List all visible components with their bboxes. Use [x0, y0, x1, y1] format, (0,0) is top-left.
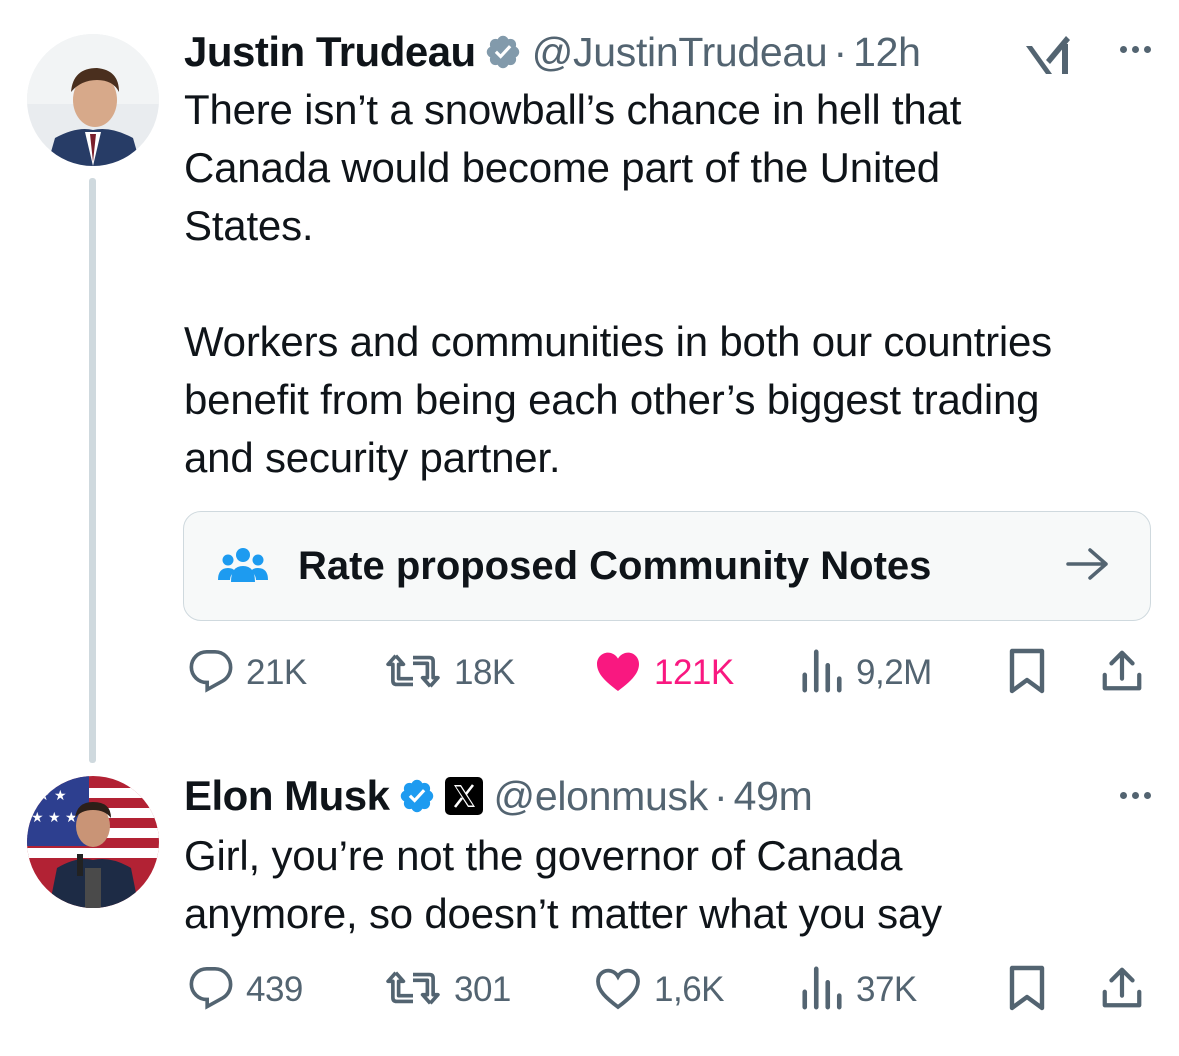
- separator-dot: ·: [833, 28, 848, 75]
- tweet-musk[interactable]: ★ ★ ★ ★ ★ Elon Musk @elonmusk · 49m Girl…: [0, 760, 1179, 1056]
- community-notes-icon: [218, 546, 268, 586]
- share-button[interactable]: [1099, 643, 1145, 703]
- views-icon: [800, 965, 844, 1016]
- x-affiliate-icon[interactable]: [444, 776, 484, 816]
- repost-button[interactable]: 18K: [384, 643, 515, 703]
- tweet-actions: 439 301 1,6K 37K: [184, 960, 1149, 1020]
- timestamp[interactable]: 49m: [734, 773, 813, 820]
- views-count: 37K: [856, 970, 917, 1009]
- more-icon[interactable]: [1120, 792, 1151, 799]
- author-name[interactable]: Elon Musk: [184, 772, 390, 820]
- views-button[interactable]: 37K: [800, 960, 917, 1020]
- repost-icon: [384, 648, 442, 699]
- reply-count: 439: [246, 970, 303, 1009]
- svg-text:★ ★ ★: ★ ★ ★: [31, 810, 78, 826]
- heart-icon: [594, 965, 642, 1016]
- reply-button[interactable]: 439: [188, 960, 303, 1020]
- views-button[interactable]: 9,2M: [800, 643, 932, 703]
- timestamp[interactable]: 12h: [853, 29, 921, 76]
- repost-button[interactable]: 301: [384, 960, 511, 1020]
- author-handle[interactable]: @elonmusk: [494, 773, 709, 820]
- like-count: 1,6K: [654, 970, 725, 1009]
- repost-count: 301: [454, 970, 511, 1009]
- share-icon: [1099, 647, 1145, 700]
- arrow-right-icon: [1066, 544, 1110, 589]
- separator-dot: ·: [713, 772, 728, 819]
- share-button[interactable]: [1099, 960, 1145, 1020]
- author-name[interactable]: Justin Trudeau: [184, 28, 476, 76]
- community-notes-button[interactable]: Rate proposed Community Notes: [183, 511, 1151, 621]
- reply-count: 21K: [246, 653, 307, 692]
- like-button[interactable]: 1,6K: [594, 960, 725, 1020]
- heart-icon: [594, 648, 642, 699]
- bookmark-icon: [1007, 647, 1047, 700]
- reply-icon: [188, 648, 234, 699]
- grok-icon[interactable]: [1022, 34, 1074, 81]
- tweet-text: Girl, you’re not the governor of Canada …: [184, 832, 942, 937]
- community-notes-label: Rate proposed Community Notes: [298, 543, 932, 588]
- views-count: 9,2M: [856, 653, 932, 692]
- bookmark-button[interactable]: [1007, 960, 1047, 1020]
- like-button[interactable]: 121K: [594, 643, 734, 703]
- tweet-header: Justin Trudeau @JustinTrudeau · 12h: [184, 22, 921, 82]
- avatar[interactable]: [27, 34, 159, 166]
- avatar[interactable]: ★ ★ ★ ★ ★: [27, 776, 159, 908]
- share-icon: [1099, 964, 1145, 1017]
- like-count: 121K: [654, 653, 734, 692]
- repost-icon: [384, 965, 442, 1016]
- verified-badge-icon[interactable]: [484, 33, 522, 71]
- tweet-trudeau[interactable]: Justin Trudeau @JustinTrudeau · 12h Ther…: [0, 0, 1179, 760]
- reply-icon: [188, 965, 234, 1016]
- reply-button[interactable]: 21K: [188, 643, 307, 703]
- bookmark-icon: [1007, 964, 1047, 1017]
- bookmark-button[interactable]: [1007, 643, 1047, 703]
- repost-count: 18K: [454, 653, 515, 692]
- tweet-text: There isn’t a snowball’s chance in hell …: [184, 86, 1052, 481]
- tweet-actions: 21K 18K 121K 9,2M: [184, 643, 1149, 703]
- views-icon: [800, 648, 844, 699]
- verified-badge-icon[interactable]: [398, 777, 436, 815]
- svg-text:★ ★: ★ ★: [37, 788, 67, 804]
- tweet-header: Elon Musk @elonmusk · 49m: [184, 766, 813, 826]
- author-handle[interactable]: @JustinTrudeau: [532, 29, 828, 76]
- more-icon[interactable]: [1120, 46, 1151, 53]
